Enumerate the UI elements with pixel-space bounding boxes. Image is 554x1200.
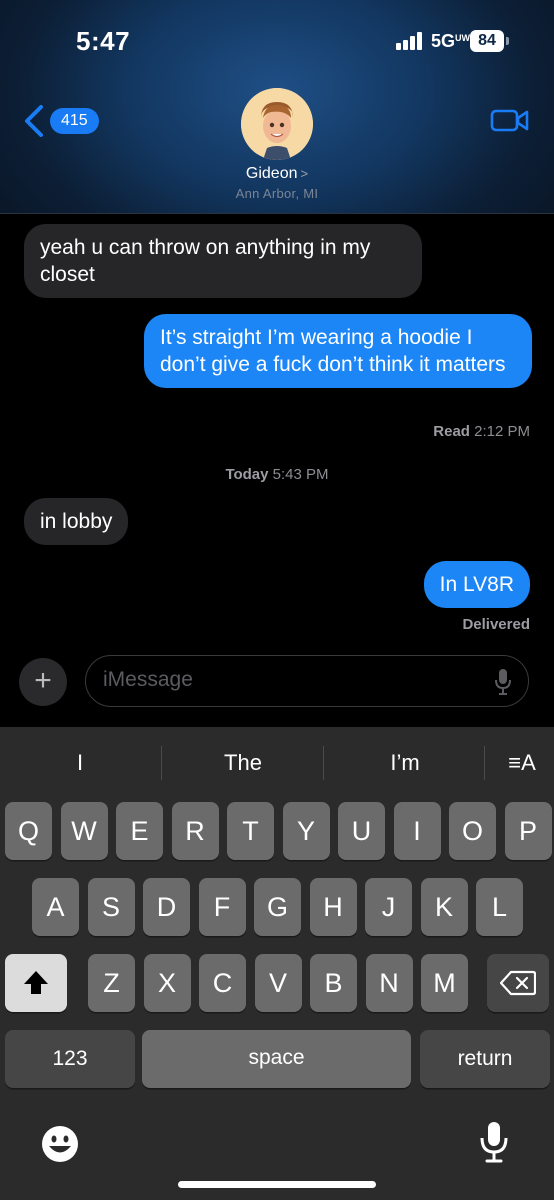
key-c[interactable]: C [199, 954, 246, 1012]
suggestion-divider [161, 746, 162, 780]
key-r[interactable]: R [171, 802, 219, 860]
key-u[interactable]: U [338, 802, 385, 860]
key-g[interactable]: G [254, 878, 301, 936]
key-f[interactable]: F [198, 878, 246, 936]
message-input[interactable]: iMessage [85, 655, 529, 707]
apps-plus-button[interactable]: + [19, 658, 67, 706]
battery-icon: 84 [470, 30, 504, 52]
message-bubble-outgoing[interactable]: It’s straight I’m wearing a hoodie I don… [144, 314, 532, 388]
key-x[interactable]: X [143, 954, 191, 1012]
key-a[interactable]: A [32, 878, 79, 936]
read-receipt: Read 2:12 PM [433, 423, 530, 440]
return-key[interactable]: return [420, 1030, 550, 1088]
numbers-key[interactable]: 123 [5, 1030, 135, 1088]
message-input-placeholder: iMessage [103, 668, 193, 691]
message-bubble-outgoing[interactable]: In LV8R [423, 561, 530, 608]
key-y[interactable]: Y [282, 802, 330, 860]
avatar[interactable] [241, 88, 313, 160]
back-chevron-icon[interactable] [22, 104, 46, 138]
key-t[interactable]: T [227, 802, 274, 860]
key-o[interactable]: O [449, 802, 496, 860]
key-h[interactable]: H [309, 878, 357, 936]
delivered-status: Delivered [462, 616, 530, 633]
delete-icon [499, 970, 537, 996]
network-indicator: 5GUW [431, 31, 471, 51]
key-n[interactable]: N [365, 954, 413, 1012]
key-l[interactable]: L [476, 878, 523, 936]
signal-icon [396, 32, 424, 50]
space-key[interactable]: space [142, 1030, 411, 1088]
key-k[interactable]: K [420, 878, 468, 936]
video-call-icon[interactable] [490, 106, 530, 134]
key-v[interactable]: V [254, 954, 302, 1012]
suggestion-divider [484, 746, 485, 780]
microphone-icon[interactable] [494, 668, 512, 696]
delete-key[interactable] [487, 954, 549, 1012]
suggestion-2[interactable]: The [193, 750, 293, 776]
timestamp-divider: Today 5:43 PM [225, 466, 329, 483]
contact-name[interactable]: Gideon > [0, 165, 554, 183]
battery-tip [506, 37, 509, 45]
key-w[interactable]: W [60, 802, 108, 860]
key-q[interactable]: Q [5, 802, 52, 860]
status-time: 5:47 [76, 26, 131, 56]
back-unread-count[interactable]: 415 [50, 108, 99, 134]
message-bubble-incoming[interactable]: in lobby [24, 498, 129, 545]
key-m[interactable]: M [421, 954, 468, 1012]
dictation-icon[interactable] [479, 1120, 509, 1164]
key-d[interactable]: D [143, 878, 190, 936]
key-b[interactable]: B [310, 954, 357, 1012]
contact-location: Ann Arbor, MI [235, 186, 319, 201]
home-indicator [178, 1181, 376, 1188]
text-format-icon[interactable]: ≡A [500, 750, 544, 776]
key-j[interactable]: J [365, 878, 412, 936]
emoji-icon[interactable] [40, 1124, 80, 1164]
suggestion-divider [323, 746, 324, 780]
key-e[interactable]: E [116, 802, 163, 860]
key-p[interactable]: P [504, 802, 552, 860]
message-bubble-incoming[interactable]: yeah u can throw on anything in my close… [24, 224, 422, 298]
suggestion-1[interactable]: I [30, 750, 130, 776]
shift-icon [24, 971, 48, 994]
key-s[interactable]: S [87, 878, 135, 936]
suggestion-3[interactable]: I’m [355, 750, 455, 776]
key-z[interactable]: Z [88, 954, 135, 1012]
key-i[interactable]: I [393, 802, 441, 860]
shift-key[interactable] [5, 954, 67, 1012]
chevron-right-icon: > [300, 166, 309, 181]
